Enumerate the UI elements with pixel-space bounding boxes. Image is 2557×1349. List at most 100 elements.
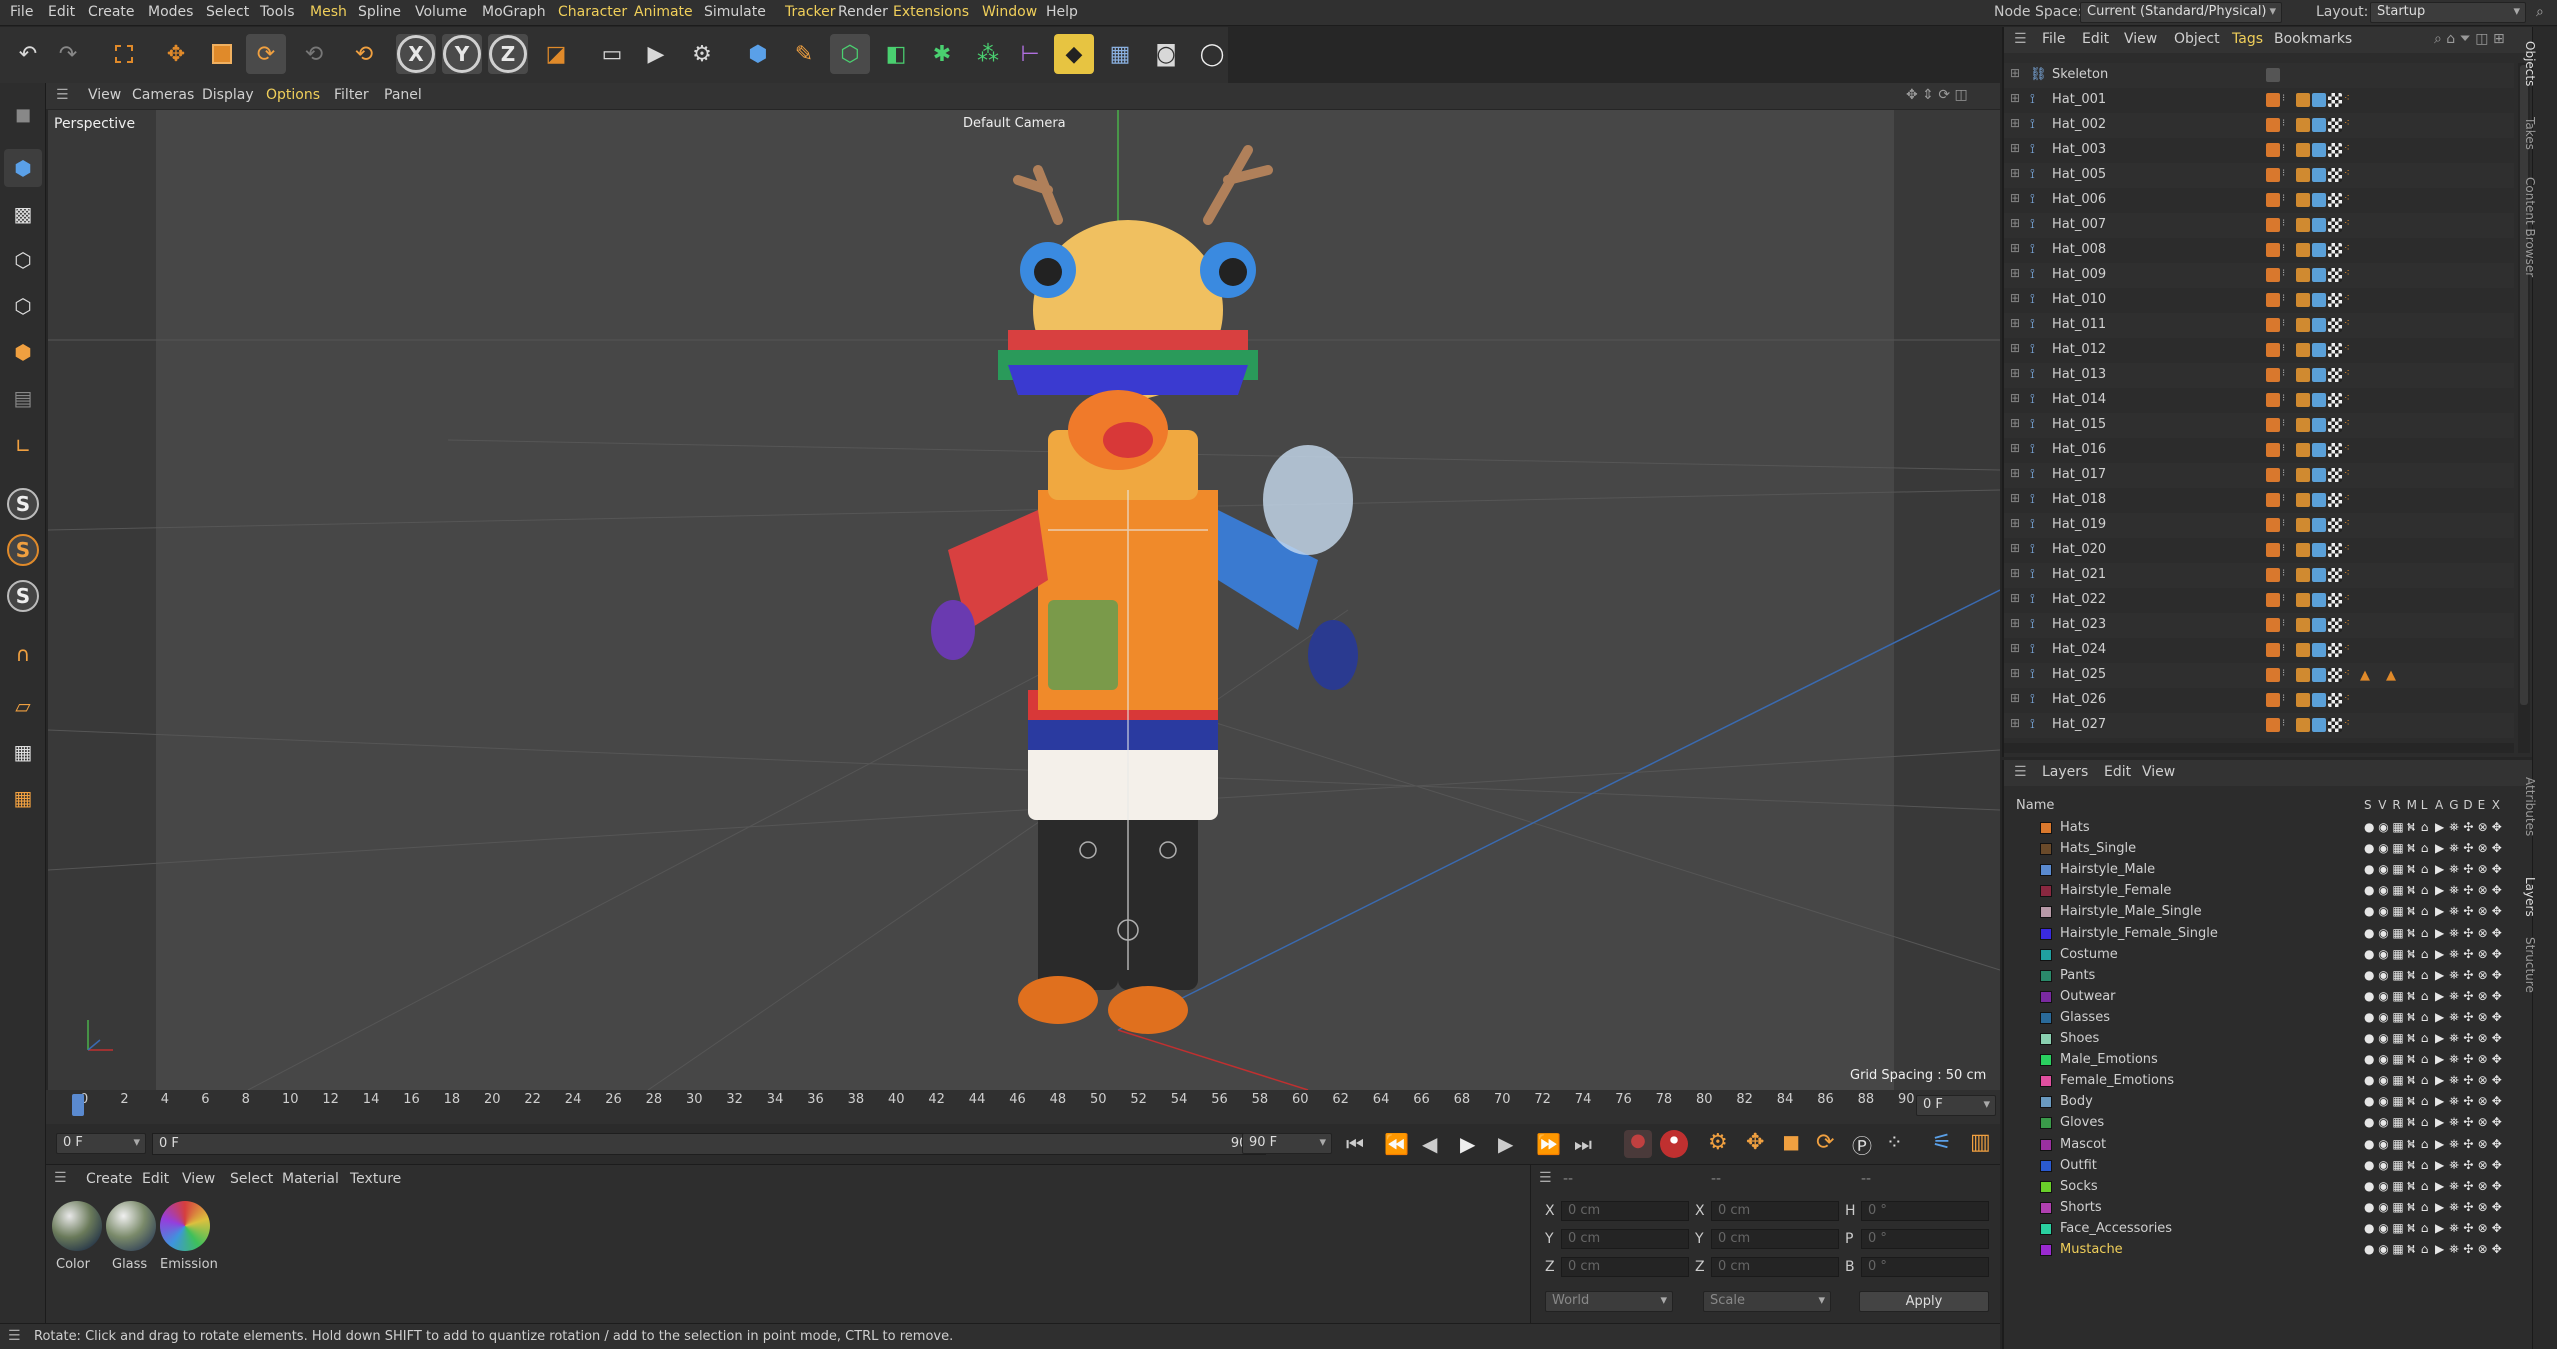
layer-name[interactable]: Costume	[2060, 947, 2118, 962]
layer-flag-a-icon[interactable]: ▶	[2435, 1137, 2444, 1151]
texture-tag-icon[interactable]	[2312, 643, 2326, 657]
viewport-nav-icons[interactable]: ✥ ⇕ ⟳ ◫	[1906, 87, 1968, 103]
layer-color-swatch[interactable]	[2040, 1033, 2052, 1045]
transform-tool-icon[interactable]: ⟲	[294, 34, 334, 74]
layer-color-swatch[interactable]	[2040, 885, 2052, 898]
layer-row[interactable]: Shorts ● ◉ ▦ ⛕ ⌂ ▶ ⛯ ✣ ⊗ ✥	[2004, 1198, 2524, 1219]
object-menu-tags[interactable]: Tags	[2232, 31, 2263, 47]
selection-tag-icon[interactable]: ⁖	[2344, 668, 2358, 682]
material-menu-create[interactable]: Create	[86, 1171, 133, 1187]
layer-flag-r-icon[interactable]: ▦	[2392, 1158, 2403, 1172]
viewport-menu-panel[interactable]: Panel	[384, 87, 422, 103]
layer-flag-header-a[interactable]: A	[2435, 798, 2443, 812]
layer-flag-x-icon[interactable]: ✥	[2492, 820, 2502, 834]
selection-tag-icon[interactable]: ⁖	[2344, 393, 2358, 407]
object-row[interactable]: ⊞ ⟟ Hat_013 ⁝ ⁖	[2004, 363, 2514, 388]
layer-flag-g-icon[interactable]: ⛯	[2449, 1137, 2459, 1152]
object-row[interactable]: ⊞ ⟟ Hat_008 ⁝ ⁖	[2004, 238, 2514, 263]
layer-flag-e-icon[interactable]: ⊗	[2478, 1137, 2488, 1151]
layer-color-swatch[interactable]	[2266, 143, 2280, 157]
coord-field-b-1[interactable]: 0 cm	[1711, 1229, 1839, 1249]
deformer-icon[interactable]: ⊢	[1010, 34, 1050, 74]
material-menu-material[interactable]: Material	[282, 1171, 339, 1187]
move-tool-icon[interactable]: ✥	[156, 34, 196, 74]
texture-tag-icon[interactable]	[2312, 593, 2326, 607]
layer-flag-m-icon[interactable]: ⛕	[2407, 1094, 2416, 1110]
layer-flag-g-icon[interactable]: ⛯	[2449, 989, 2459, 1004]
layer-flag-s-icon[interactable]: ●	[2364, 1137, 2374, 1151]
layer-flag-r-icon[interactable]: ▦	[2392, 1242, 2403, 1256]
layer-row[interactable]: Gloves ● ◉ ▦ ⛕ ⌂ ▶ ⛯ ✣ ⊗ ✥	[2004, 1113, 2524, 1134]
layer-flag-d-icon[interactable]: ✣	[2463, 1242, 2473, 1256]
layer-flag-v-icon[interactable]: ◉	[2378, 862, 2388, 876]
material-tag-icon[interactable]	[2328, 218, 2342, 232]
material-menu-view[interactable]: View	[182, 1171, 215, 1187]
layer-flag-d-icon[interactable]: ✣	[2463, 1179, 2473, 1193]
layer-flag-e-icon[interactable]: ⊗	[2478, 1179, 2488, 1193]
side-tab-structure[interactable]: Structure	[2523, 937, 2537, 993]
object-row[interactable]: ⊞ ⟟ Hat_020 ⁝ ⁖	[2004, 538, 2514, 563]
layer-flag-m-icon[interactable]: ⛕	[2407, 947, 2416, 963]
layer-flag-v-icon[interactable]: ◉	[2378, 1010, 2388, 1024]
layer-row[interactable]: Hairstyle_Male_Single ● ◉ ▦ ⛕ ⌂ ▶ ⛯ ✣ ⊗ ✥	[2004, 902, 2524, 923]
expand-icon[interactable]: ⊞	[2010, 266, 2020, 280]
visibility-dots-icon[interactable]: ⁝	[2282, 718, 2288, 732]
layer-flag-x-icon[interactable]: ✥	[2492, 989, 2502, 1003]
layer-color-swatch[interactable]	[2266, 618, 2280, 632]
expand-icon[interactable]: ⊞	[2010, 641, 2020, 655]
status-menu-icon[interactable]: ☰	[8, 1328, 21, 1344]
material-tag-icon[interactable]	[2328, 718, 2342, 732]
layer-name[interactable]: Hats	[2060, 820, 2090, 835]
texture-tag-icon[interactable]	[2312, 168, 2326, 182]
side-tab-content-browser[interactable]: Content Browser	[2523, 177, 2537, 277]
texture-tag-icon[interactable]	[2312, 268, 2326, 282]
weight-tag-icon[interactable]	[2296, 168, 2310, 182]
layer-name[interactable]: Gloves	[2060, 1115, 2104, 1130]
object-row[interactable]: ⊞ ⟟ Hat_015 ⁝ ⁖	[2004, 413, 2514, 438]
material-tag-icon[interactable]	[2328, 393, 2342, 407]
layer-flag-r-icon[interactable]: ▦	[2392, 926, 2403, 940]
layer-flag-a-icon[interactable]: ▶	[2435, 1242, 2444, 1256]
weight-tag-icon[interactable]	[2296, 493, 2310, 507]
menu-window[interactable]: Window	[982, 4, 1037, 20]
layer-flag-s-icon[interactable]: ●	[2364, 820, 2374, 834]
layer-color-swatch[interactable]	[2040, 1222, 2052, 1235]
object-name[interactable]: Hat_013	[2052, 367, 2106, 382]
visibility-dots-icon[interactable]: ⁝	[2282, 593, 2288, 607]
expand-icon[interactable]: ⊞	[2010, 116, 2020, 130]
coord-field-c-0[interactable]: 0 °	[1861, 1201, 1989, 1221]
layer-flag-x-icon[interactable]: ✥	[2492, 926, 2502, 940]
layer-flag-v-icon[interactable]: ◉	[2378, 947, 2388, 961]
object-row[interactable]: ⊞ ⟟ Hat_007 ⁝ ⁖	[2004, 213, 2514, 238]
layer-flag-l-icon[interactable]: ⌂	[2421, 989, 2429, 1003]
layer-flag-d-icon[interactable]: ✣	[2463, 1158, 2473, 1172]
material-tag-icon[interactable]	[2328, 568, 2342, 582]
cloner-icon[interactable]: ✱	[922, 34, 962, 74]
layer-flag-s-icon[interactable]: ●	[2364, 1115, 2374, 1129]
object-scroll-thumb[interactable]	[2520, 65, 2528, 705]
expand-icon[interactable]: ⊞	[2010, 716, 2020, 730]
layer-flag-e-icon[interactable]: ⊗	[2478, 820, 2488, 834]
visibility-dots-icon[interactable]: ⁝	[2282, 218, 2288, 232]
layer-flag-m-icon[interactable]: ⛕	[2407, 926, 2416, 942]
layer-flag-m-icon[interactable]: ⛕	[2407, 989, 2416, 1005]
selection-tag-icon[interactable]: ⁖	[2344, 418, 2358, 432]
selection-tag-icon[interactable]: ⁖	[2344, 118, 2358, 132]
expand-icon[interactable]: ⊞	[2010, 541, 2020, 555]
layer-flag-d-icon[interactable]: ✣	[2463, 926, 2473, 940]
layer-name[interactable]: Face_Accessories	[2060, 1221, 2172, 1236]
weight-tag-icon[interactable]	[2296, 418, 2310, 432]
layer-flag-e-icon[interactable]: ⊗	[2478, 1010, 2488, 1024]
material-tag-icon[interactable]	[2328, 643, 2342, 657]
layer-flag-v-icon[interactable]: ◉	[2378, 1052, 2388, 1066]
object-name[interactable]: Hat_006	[2052, 192, 2106, 207]
layer-flag-r-icon[interactable]: ▦	[2392, 1200, 2403, 1214]
layer-flag-a-icon[interactable]: ▶	[2435, 1115, 2444, 1129]
layer-flag-v-icon[interactable]: ◉	[2378, 989, 2388, 1003]
layer-flag-x-icon[interactable]: ✥	[2492, 1200, 2502, 1214]
expand-icon[interactable]: ⊞	[2010, 166, 2020, 180]
snap-icon[interactable]: S	[4, 485, 42, 523]
layer-color-swatch[interactable]	[2266, 518, 2280, 532]
layer-flag-m-icon[interactable]: ⛕	[2407, 1221, 2416, 1237]
visibility-dots-icon[interactable]: ⁝	[2282, 393, 2288, 407]
